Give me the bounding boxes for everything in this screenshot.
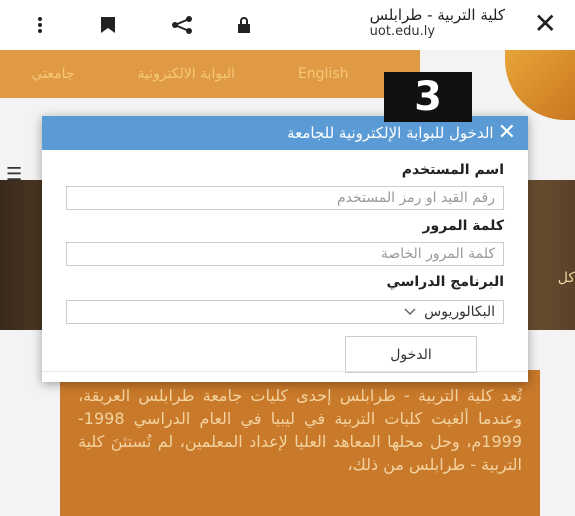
program-label: البرنامج الدراسي bbox=[386, 274, 504, 290]
close-icon[interactable]: ✕ bbox=[534, 10, 557, 38]
chevron-down-icon bbox=[404, 308, 416, 316]
page-title: كلية التربية - طرابلس bbox=[369, 6, 505, 24]
page-url: uot.edu.ly bbox=[369, 24, 436, 39]
program-selected-value: البكالوريوس bbox=[424, 304, 495, 320]
more-vert-icon[interactable] bbox=[28, 13, 52, 37]
browser-title-block: كلية التربية - طرابلس uot.edu.ly bbox=[370, 6, 505, 39]
step-number-badge: 3 bbox=[384, 72, 472, 122]
site-logo bbox=[505, 50, 575, 120]
lock-icon bbox=[232, 13, 256, 37]
program-select[interactable]: البكالوريوس bbox=[66, 300, 504, 324]
login-modal: ✕ الدخول للبوابة الإلكترونية للجامعة اسم… bbox=[42, 116, 528, 382]
modal-footer-divider bbox=[42, 371, 528, 372]
site-nav: جامعتي البوابة الالكترونية English bbox=[0, 50, 380, 98]
about-panel: تُعد كلية التربية - طرابلس إحدى كليات جا… bbox=[60, 370, 540, 516]
nav-link-english[interactable]: English bbox=[298, 66, 349, 82]
nav-link-my-university[interactable]: جامعتي bbox=[31, 66, 74, 82]
hero-text-fragment: كل bbox=[557, 270, 575, 286]
about-paragraph: تُعد كلية التربية - طرابلس إحدى كليات جا… bbox=[78, 386, 522, 474]
username-input[interactable]: رقم القيد او رمز المستخدم bbox=[66, 186, 504, 210]
login-button[interactable]: الدخول bbox=[345, 336, 477, 373]
share-icon[interactable] bbox=[170, 13, 194, 37]
password-label: كلمة المرور bbox=[422, 218, 504, 234]
modal-title: الدخول للبوابة الإلكترونية للجامعة bbox=[287, 124, 494, 142]
password-input[interactable]: كلمة المرور الخاصة bbox=[66, 242, 504, 266]
bookmark-icon[interactable] bbox=[96, 13, 120, 37]
nav-link-portal[interactable]: البوابة الالكترونية bbox=[137, 66, 235, 82]
site-header-band: جامعتي البوابة الالكترونية English bbox=[0, 50, 420, 98]
browser-top-bar: كلية التربية - طرابلس uot.edu.ly ✕ bbox=[0, 0, 575, 50]
modal-close-icon[interactable]: ✕ bbox=[498, 122, 516, 144]
username-label: اسم المستخدم bbox=[401, 162, 504, 178]
